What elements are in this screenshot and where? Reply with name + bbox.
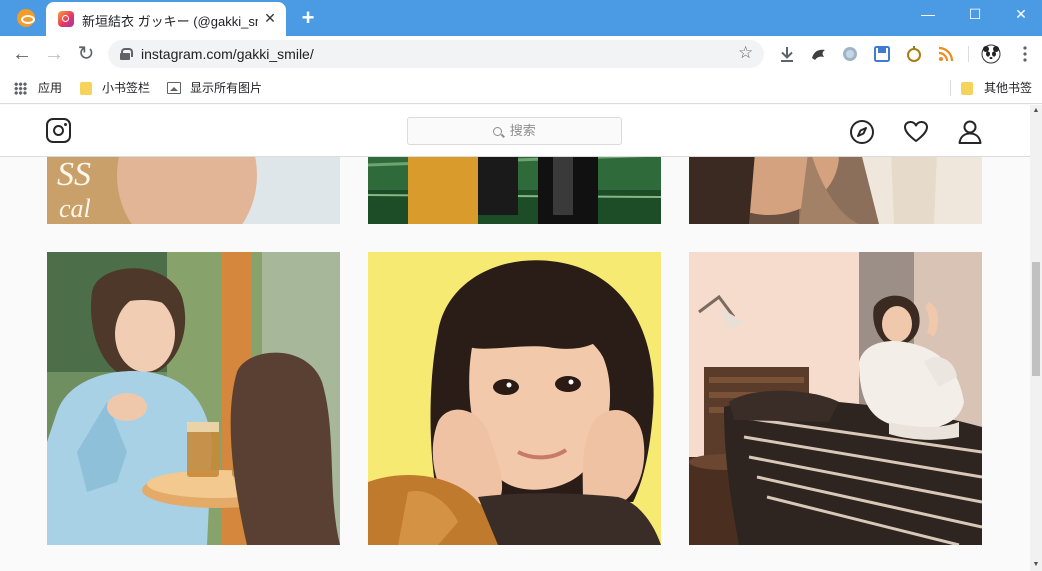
bookmarks-separator	[950, 80, 951, 96]
tab-title: 新垣結衣 ガッキー (@gakki_smi	[82, 14, 258, 29]
browser-profile-icon[interactable]	[17, 9, 35, 27]
extension-circle-icon[interactable]	[840, 44, 860, 64]
tab-instagram[interactable]: 新垣結衣 ガッキー (@gakki_smi ✕	[46, 2, 286, 36]
address-bar[interactable]: instagram.com/gakki_smile/ ☆	[108, 40, 764, 68]
search-icon	[493, 127, 503, 136]
bookmark-show-images-label: 显示所有图片	[190, 81, 263, 95]
forward-button[interactable]: →	[40, 40, 68, 68]
browser-toolbar: ← → ↻ instagram.com/gakki_smile/ ☆	[0, 36, 1042, 72]
menu-icon[interactable]	[1015, 44, 1035, 64]
heart-icon[interactable]	[903, 119, 929, 145]
download-icon[interactable]	[777, 44, 797, 64]
search-input[interactable]: 搜索	[407, 117, 622, 145]
bookmark-other-label: 其他书签	[984, 81, 1033, 95]
bookmark-show-images[interactable]: 显示所有图片	[167, 79, 262, 97]
toolbar-separator	[968, 46, 969, 62]
bookmark-apps-label: 应用	[38, 81, 63, 95]
maximize-button[interactable]: ☐	[952, 0, 998, 30]
url-text[interactable]: instagram.com/gakki_smile/	[141, 46, 314, 62]
post-portrait-yellow[interactable]	[368, 252, 661, 545]
bookmark-apps[interactable]: 应用	[14, 79, 62, 97]
bookmark-star-icon[interactable]: ☆	[738, 43, 753, 63]
lock-icon	[120, 48, 133, 60]
apps-grid-icon	[14, 82, 27, 95]
bookmark-folder-small[interactable]: 小书签栏	[80, 79, 150, 97]
partial-text-cal: cal	[59, 194, 91, 223]
search-placeholder: 搜索	[509, 123, 536, 138]
close-window-button[interactable]: ✕	[998, 0, 1042, 30]
bookmark-folder-label: 小书签栏	[102, 81, 151, 95]
browser-window: 新垣結衣 ガッキー (@gakki_smi ✕ + — ☐ ✕ ← → ↻ in…	[0, 0, 1042, 571]
post-bedroom[interactable]	[689, 252, 982, 545]
reload-button[interactable]: ↻	[72, 40, 100, 68]
profile-avatar-icon[interactable]	[981, 44, 1001, 64]
post-tea-photo[interactable]	[47, 252, 340, 545]
bookmarks-bar: 应用 小书签栏 显示所有图片 其他书签	[0, 72, 1042, 104]
scroll-up-arrow-icon[interactable]: ▲	[1030, 105, 1042, 117]
bookmark-other[interactable]: 其他书签	[961, 79, 1032, 97]
save-icon[interactable]	[872, 44, 892, 64]
extension-timer-icon[interactable]	[904, 44, 924, 64]
instagram-page: SS cal 搜索	[0, 105, 1030, 571]
back-button[interactable]: ←	[8, 40, 36, 68]
folder-icon	[80, 82, 92, 95]
instagram-logo-icon[interactable]	[46, 118, 71, 143]
profile-icon[interactable]	[957, 119, 983, 145]
extension-shark-icon[interactable]	[809, 44, 829, 64]
rss-icon[interactable]	[936, 44, 956, 64]
post-grid: SS cal	[0, 105, 1030, 571]
tab-close-icon[interactable]: ✕	[260, 8, 280, 28]
instagram-header: 搜索	[0, 105, 1030, 157]
folder-icon	[961, 82, 973, 95]
image-icon	[167, 82, 181, 94]
partial-text-ss: SS	[57, 156, 91, 193]
page-scrollbar[interactable]: ▲ ▼	[1030, 105, 1042, 571]
compass-icon[interactable]	[849, 119, 875, 145]
tab-strip: 新垣結衣 ガッキー (@gakki_smi ✕ + — ☐ ✕	[0, 0, 1042, 36]
scrollbar-thumb[interactable]	[1032, 262, 1040, 376]
instagram-favicon-icon	[58, 11, 74, 27]
new-tab-button[interactable]: +	[296, 5, 320, 31]
minimize-button[interactable]: —	[905, 0, 951, 30]
scroll-down-arrow-icon[interactable]: ▼	[1030, 559, 1042, 571]
